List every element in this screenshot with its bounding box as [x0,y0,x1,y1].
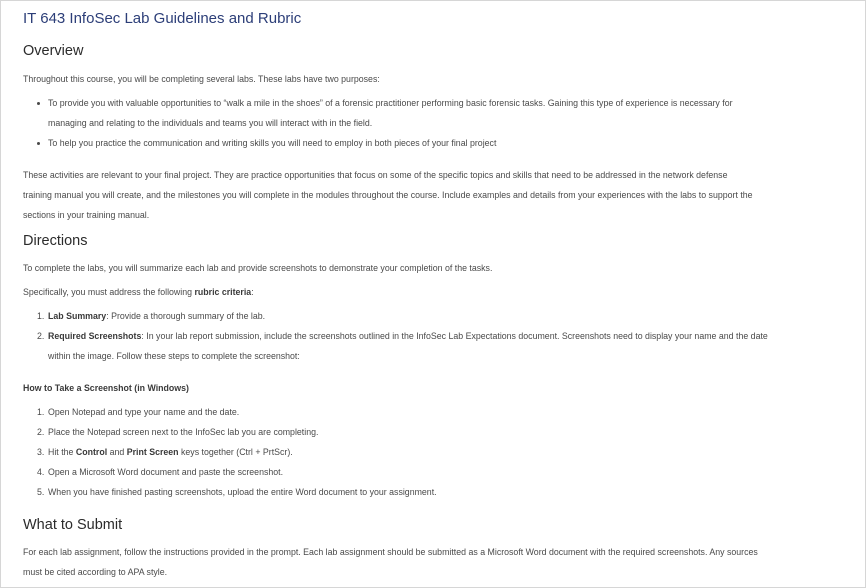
print-screen-key-label: Print Screen [126,447,179,457]
rubric-criteria-label: rubric criteria [194,287,252,297]
list-number: 4. [37,467,45,477]
step-text: Place the Notepad screen next to the Inf… [48,427,319,437]
list-item: To provide you with valuable opportuniti… [37,93,841,133]
page-title: IT 643 InfoSec Lab Guidelines and Rubric [23,10,302,27]
list-number: 3. [37,447,45,457]
step-text: Open a Microsoft Word document and paste… [48,467,284,477]
paragraph-line: training manual you will create, and the… [23,190,753,200]
document-page: IT 643 InfoSec Lab Guidelines and Rubric… [0,0,866,588]
list-number: 1. [37,311,45,321]
criteria-list: 1. Lab Summary: Provide a thorough summar… [23,306,841,366]
list-number: 2. [37,331,45,341]
directions-p1: To complete the labs, you will summarize… [23,263,493,273]
overview-paragraph: These activities are relevant to your fi… [23,165,841,225]
criteria-item: 2. Required Screenshots: In your lab repo… [37,326,841,366]
purpose-list: To provide you with valuable opportuniti… [23,93,841,153]
directions-p2-suffix: : [251,287,254,297]
step-item: 4. Open a Microsoft Word document and pas… [37,462,841,482]
criteria-name: Required Screenshots [48,331,142,341]
directions-p2-prefix: Specifically, you must address the follo… [23,287,195,297]
step-item: 3. Hit the Control and Print Screen keys … [37,442,841,462]
criteria-text-cont: within the image. Follow these steps to … [48,351,300,361]
step-item: 5. When you have finished pasting screens… [37,482,841,502]
list-item-line: To provide you with valuable opportuniti… [48,98,733,108]
list-number: 2. [37,427,45,437]
control-key-label: Control [75,447,108,457]
list-number: 5. [37,487,45,497]
criteria-name: Lab Summary [48,311,107,321]
list-item-line: To help you practice the communication a… [48,138,497,148]
what-to-submit-heading: What to Submit [23,517,123,533]
step-text-mid: and [107,447,127,457]
paragraph-line: sections in your training manual. [23,210,150,220]
directions-heading: Directions [23,233,88,249]
list-item: To help you practice the communication a… [37,133,841,153]
overview-intro: Throughout this course, you will be comp… [23,74,380,84]
criteria-text: : Provide a thorough summary of the lab. [106,311,266,321]
paragraph-line: must be cited according to APA style. [23,567,168,577]
criteria-item: 1. Lab Summary: Provide a thorough summar… [37,306,841,326]
step-text: Open Notepad and type your name and the … [48,407,240,417]
list-number: 1. [37,407,45,417]
overview-heading: Overview [23,43,84,59]
step-item: 1. Open Notepad and type your name and th… [37,402,841,422]
list-item-line: managing and relating to the individuals… [48,118,373,128]
paragraph-line: For each lab assignment, follow the inst… [23,547,758,557]
submit-paragraph: For each lab assignment, follow the inst… [23,542,841,582]
step-text: When you have finished pasting screensho… [48,487,437,497]
criteria-text: : In your lab report submission, include… [141,331,768,341]
step-text-pre: Hit the [48,447,76,457]
directions-p2: Specifically, you must address the follo… [23,282,841,302]
step-item: 2. Place the Notepad screen next to the I… [37,422,841,442]
how-to-heading: How to Take a Screenshot (in Windows) [23,383,189,393]
step-text-post: keys together (Ctrl + PrtScr). [178,447,293,457]
paragraph-line: These activities are relevant to your fi… [23,170,728,180]
document-content: IT 643 InfoSec Lab Guidelines and Rubric… [23,9,841,582]
steps-list: 1. Open Notepad and type your name and th… [23,402,841,502]
